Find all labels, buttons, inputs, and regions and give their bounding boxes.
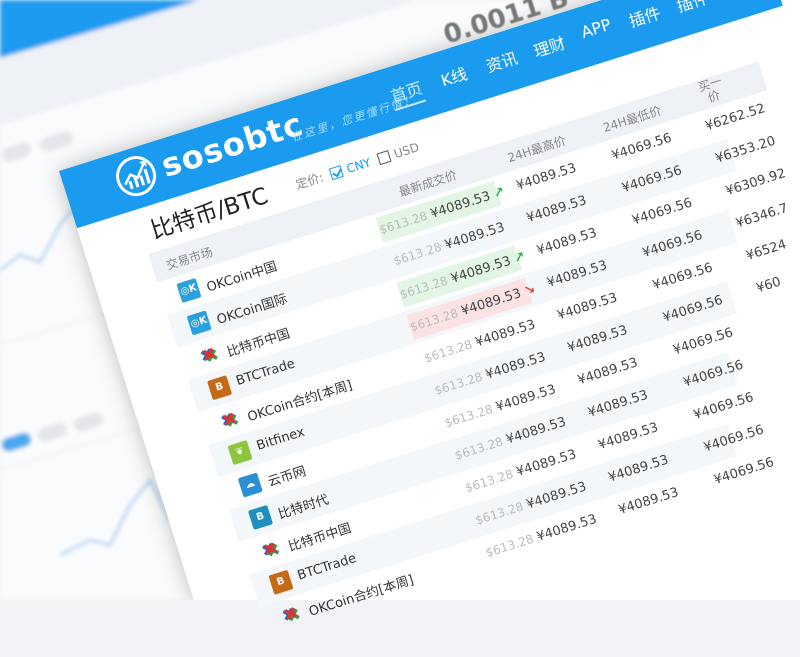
nav-item-label: 理财 — [531, 33, 568, 62]
nav-item-label: 首页 — [388, 78, 427, 112]
okcoin-logo-icon: ◎K — [186, 310, 212, 336]
usd-price: $613.28 — [391, 239, 444, 269]
usd-price: $613.28 — [463, 466, 515, 496]
nav-item-label: APP — [578, 14, 614, 43]
nav-item-3[interactable]: 理财 — [522, 27, 577, 65]
market-name[interactable]: Bitfinex — [255, 425, 307, 454]
okcoin-futures-logo-icon: ✖ — [281, 603, 301, 627]
nav-item-label: K线 — [438, 64, 470, 91]
yunbi-logo-icon: ☁ — [237, 472, 263, 498]
usd-price: $613.28 — [483, 531, 536, 561]
trend-up-icon: ↗ — [491, 184, 507, 202]
btcchina-logo-icon: ✖ — [199, 343, 220, 367]
usd-price: $613.28 — [422, 337, 474, 366]
nav-item-2[interactable]: 资讯 — [474, 42, 529, 80]
btctrade-logo-icon: B — [207, 375, 233, 401]
trend-up-icon: ↗ — [512, 249, 528, 267]
usd-price: $613.28 — [398, 273, 450, 302]
btctrade-logo-icon: B — [268, 569, 294, 595]
sosobtc-logo-icon[interactable] — [110, 150, 162, 202]
nav-item-label: 资讯 — [483, 48, 520, 77]
nav-item-label: 插件 — [626, 3, 663, 32]
trend-down-icon: ↘ — [522, 281, 538, 300]
usd-price: $613.28 — [442, 402, 495, 431]
nav-item-4[interactable]: APP — [569, 12, 624, 50]
bitfinex-logo-icon: ❦ — [227, 440, 253, 466]
nav-item-5[interactable]: 插件 — [617, 0, 672, 35]
cny-checkbox[interactable] — [328, 164, 344, 180]
nav-item-1[interactable]: K线 — [426, 57, 481, 95]
nav-item-label: 插件 — [674, 0, 711, 17]
okcoin-logo-icon: ◎K — [176, 277, 202, 304]
usd-price: $613.28 — [377, 208, 430, 237]
nav-item-6[interactable]: 插件 — [665, 0, 720, 20]
btc38-logo-icon: B — [247, 504, 274, 530]
usd-price: $613.28 — [473, 499, 526, 528]
usd-price: $613.28 — [432, 369, 485, 398]
usd-price: $613.28 — [453, 434, 505, 463]
column-header-bid[interactable]: 买一价 — [696, 74, 729, 108]
usd-price: $613.28 — [408, 305, 460, 335]
okcoin-futures-logo-icon: ✖ — [220, 408, 240, 432]
usd-checkbox[interactable] — [376, 149, 392, 165]
nav-item-0[interactable]: 首页 — [379, 72, 434, 112]
btcchina-logo-icon: ✖ — [260, 538, 281, 562]
